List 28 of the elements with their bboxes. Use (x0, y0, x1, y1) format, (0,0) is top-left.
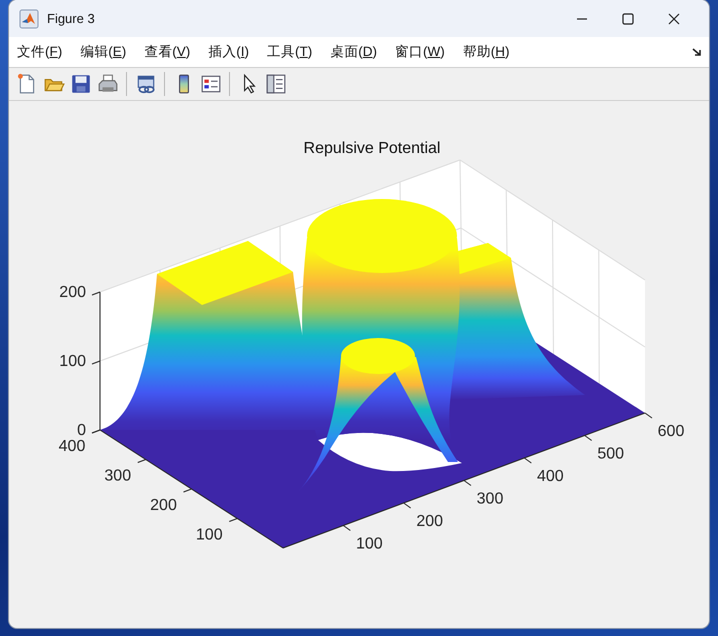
menu-item[interactable]: 帮助(H) (462, 41, 510, 63)
menu-item[interactable]: 工具(T) (267, 41, 312, 63)
tick-label: 100 (356, 536, 383, 552)
tick-label: 100 (196, 526, 223, 544)
tick-label: 200 (150, 497, 177, 514)
menu-item[interactable]: 文件(F) (17, 41, 62, 63)
property-panel-icon[interactable] (264, 73, 286, 95)
tick-label: 400 (536, 468, 564, 485)
menu-item[interactable]: 窗口(W) (395, 41, 445, 63)
menu-item[interactable]: 桌面(D) (330, 41, 378, 63)
legend-icon[interactable] (200, 73, 222, 95)
save-icon[interactable] (70, 73, 92, 95)
app-logo-icon (19, 8, 39, 28)
tick-label: 300 (476, 490, 504, 508)
tick-label: 300 (104, 468, 132, 484)
tick-label: 600 (658, 423, 684, 440)
menu-item[interactable]: 编辑(E) (80, 41, 126, 63)
tick-label: 100 (59, 353, 86, 370)
dock-arrow-icon[interactable] (691, 46, 703, 58)
tick-label: 400 (58, 438, 86, 455)
tick-label: 200 (416, 513, 444, 530)
menu-item[interactable]: 插入(I) (208, 41, 250, 63)
tick-label: 0 (77, 422, 86, 439)
tick-label: 200 (59, 284, 86, 301)
window-title: Figure 3 (47, 11, 96, 26)
menu-item[interactable]: 查看(V) (144, 41, 190, 63)
plot-title: Repulsive Potential (304, 140, 440, 157)
tick-label: 500 (597, 446, 624, 462)
